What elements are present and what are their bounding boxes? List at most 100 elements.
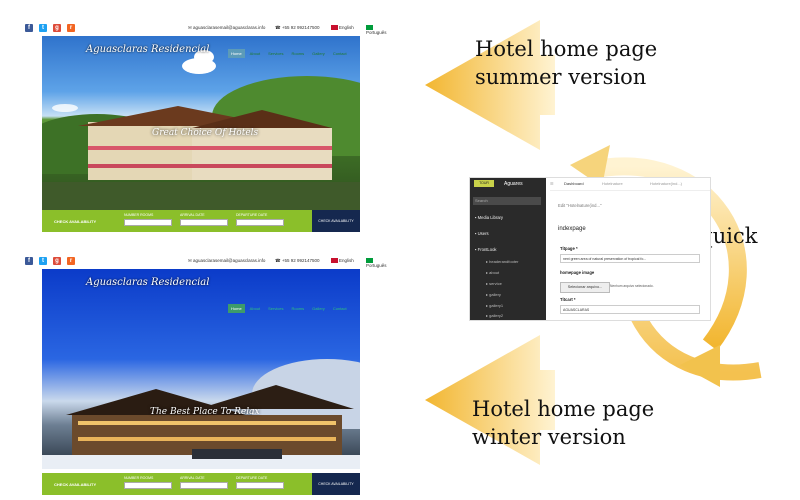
menu-frontlook-label: FrontLook [477, 247, 497, 252]
submenu-label: gallery2 [489, 313, 504, 318]
nav-gallery[interactable]: Gallery [309, 49, 328, 58]
titcart-field[interactable]: AGUASCLARAS [560, 305, 700, 314]
submenu-label: service [489, 281, 502, 286]
phone-text: +55 92 992147500 [281, 258, 320, 263]
arrival-field[interactable] [180, 482, 228, 489]
google-plus-icon[interactable]: g [53, 24, 61, 32]
flower-balcony [88, 146, 332, 150]
main-nav: Home About Services Rooms Gallery Contact [228, 42, 352, 60]
admin-app-name: Aguares [504, 181, 523, 187]
nav-services[interactable]: Services [265, 49, 286, 58]
admin-logo[interactable]: TOUR [474, 180, 494, 187]
titcart-field-label: Titcart * [560, 297, 576, 302]
lit-windows [78, 437, 336, 441]
main-nav: Home About Services Rooms Gallery Contact [228, 297, 352, 315]
nav-gallery[interactable]: Gallery [309, 304, 328, 313]
menu-users-label: Users [477, 231, 489, 236]
lit-windows [78, 421, 336, 425]
rss-icon[interactable]: r [67, 24, 75, 32]
uk-flag-icon [331, 25, 338, 31]
top-bar: f t g r ✉ aguasclarasemail@aguasclaras.i… [20, 253, 387, 269]
hero-banner: The Best Place To Relax Aguasclaras Resi… [42, 269, 360, 469]
arrival-label: ARRIVAL DATE [180, 476, 205, 480]
tab-hotelnature-ind[interactable]: Hotelnature(ind...) [650, 181, 682, 186]
image-field-label: homepage image [560, 270, 595, 275]
submenu-label: gallery [489, 292, 501, 297]
hero-tagline: Great Choice Of Hotels [152, 128, 259, 138]
twitter-icon[interactable]: t [39, 24, 47, 32]
submenu-gallery2[interactable]: ▸ gallery2 [486, 313, 503, 318]
menu-users[interactable]: ▪ Users [475, 231, 489, 236]
nav-rooms[interactable]: Rooms [288, 304, 307, 313]
language-portuguese-label: Português [366, 30, 387, 36]
check-availability-button[interactable]: CHECK AVAILABILITY [312, 473, 360, 495]
submenu-label: about [489, 270, 500, 275]
submenu-label: headerandfooter [489, 259, 519, 264]
winter-caption-line1: Hotel home page [472, 397, 655, 421]
admin-search-input[interactable]: Search [473, 197, 541, 205]
admin-main: ☰ Dashboard Hotelnature Hotelnature(ind.… [550, 178, 710, 320]
submenu-service[interactable]: ▸ service [486, 281, 502, 286]
tab-dashboard[interactable]: Dashboard [564, 181, 584, 186]
site-brand[interactable]: Aguasclaras Residencial [86, 277, 209, 288]
contact-email[interactable]: ✉ aguasclarasemail@aguasclaras.info [188, 258, 265, 264]
departure-label: DEPARTURE DATE [236, 476, 268, 480]
file-status: Nenhum arquivo selecionado. [610, 284, 654, 288]
nav-about[interactable]: About [247, 304, 263, 313]
google-plus-icon[interactable]: g [53, 257, 61, 265]
hero-tagline: The Best Place To Relax [150, 407, 260, 417]
facebook-icon[interactable]: f [25, 24, 33, 32]
breadcrumb: Edit "Hotelnature(ind..." [558, 203, 602, 208]
section-title: indexpage [558, 226, 586, 232]
language-portuguese-label: Português [366, 263, 387, 269]
facebook-icon[interactable]: f [25, 257, 33, 265]
departure-field[interactable] [236, 219, 284, 226]
nav-about[interactable]: About [247, 49, 263, 58]
language-english[interactable]: English [331, 25, 354, 31]
menu-media-library[interactable]: ▪ Media Library [475, 215, 503, 220]
submenu-gallery1[interactable]: ▸ gallery1 [486, 303, 503, 308]
hotel-roof [198, 385, 354, 409]
nav-contact[interactable]: Contact [330, 49, 350, 58]
admin-sidebar: TOUR Aguares Search ▪ Media Library ▪ Us… [470, 178, 546, 320]
rooms-field[interactable] [124, 219, 172, 226]
winter-caption-line2: winter version [472, 425, 626, 449]
rss-icon[interactable]: r [67, 257, 75, 265]
hamburger-menu-icon[interactable]: ☰ [550, 181, 554, 186]
hero-banner: Great Choice Of Hotels Aguasclaras Resid… [42, 36, 360, 210]
rooms-label: NUMBER ROOMS [124, 476, 154, 480]
tab-hotelnature[interactable]: Hotelnature [602, 181, 623, 186]
submenu-headerandfooter[interactable]: ▸ headerandfooter [486, 259, 518, 264]
summer-homepage-screenshot: f t g r ✉ aguasclarasemail@aguasclaras.i… [20, 20, 387, 233]
choose-file-button[interactable]: Selecionar arquivo... [560, 282, 610, 293]
check-availability-button[interactable]: CHECK AVAILABILITY [312, 210, 360, 232]
submenu-label: gallery1 [489, 303, 504, 308]
winter-homepage-screenshot: f t g r ✉ aguasclarasemail@aguasclaras.i… [20, 253, 387, 498]
rooms-label: NUMBER ROOMS [124, 213, 154, 217]
rooms-field[interactable] [124, 482, 172, 489]
parked-cars [192, 449, 282, 459]
nav-services[interactable]: Services [265, 304, 286, 313]
winter-caption: Hotel home page winter version [472, 395, 654, 451]
nav-home[interactable]: Home [228, 304, 245, 313]
arrival-label: ARRIVAL DATE [180, 213, 205, 217]
language-english[interactable]: English [331, 258, 354, 264]
nav-home[interactable]: Home [228, 49, 245, 58]
nav-contact[interactable]: Contact [330, 304, 350, 313]
submenu-about[interactable]: ▸ about [486, 270, 499, 275]
contact-email[interactable]: ✉ aguasclarasemail@aguasclaras.info [188, 25, 265, 31]
language-portuguese[interactable]: Português [366, 258, 387, 268]
submenu-gallery[interactable]: ▸ gallery [486, 292, 501, 297]
summer-caption-line2: summer version [475, 65, 647, 89]
email-text: aguasclarasemail@aguasclaras.info [193, 258, 266, 263]
twitter-icon[interactable]: t [39, 257, 47, 265]
title-field[interactable]: next green area of natural preservation … [560, 254, 700, 263]
departure-field[interactable] [236, 482, 284, 489]
menu-frontlook[interactable]: ▪ FrontLook [475, 247, 497, 252]
language-portuguese[interactable]: Português [366, 25, 387, 35]
site-brand[interactable]: Aguasclaras Residencial [86, 44, 209, 55]
check-availability-label: CHECK AVAILABILITY [54, 482, 97, 487]
nav-rooms[interactable]: Rooms [288, 49, 307, 58]
arrival-field[interactable] [180, 219, 228, 226]
check-availability-label: CHECK AVAILABILITY [54, 219, 97, 224]
